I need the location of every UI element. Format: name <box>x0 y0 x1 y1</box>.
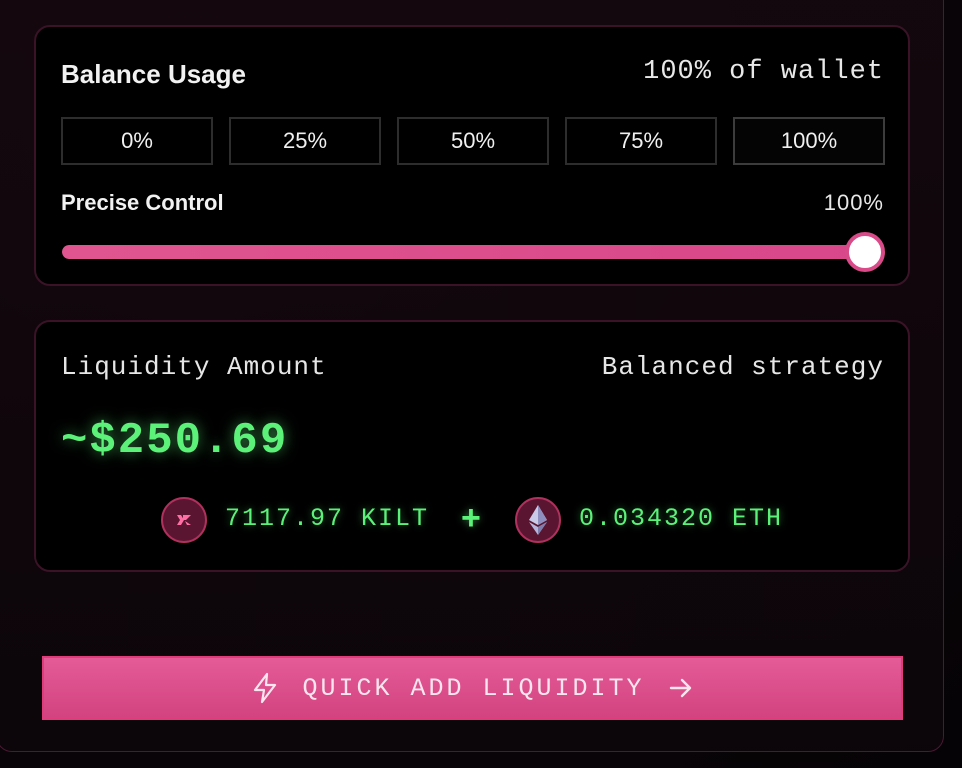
arrow-right-icon <box>667 674 695 702</box>
plus-sign: + <box>461 499 481 537</box>
liquidity-amount-label: Liquidity Amount <box>61 352 327 382</box>
balance-slider-thumb[interactable] <box>845 232 885 272</box>
precise-control-label: Precise Control <box>61 190 224 215</box>
balance-usage-card: Balance Usage 100% of wallet 0% 25% 50% … <box>34 25 910 286</box>
eth-amount: 0.034320 ETH <box>579 504 784 533</box>
percent-0-button[interactable]: 0% <box>61 117 213 165</box>
precise-control-value: 100% <box>823 190 884 215</box>
balance-usage-title: Balance Usage <box>61 59 246 89</box>
percent-75-button[interactable]: 75% <box>565 117 717 165</box>
percent-100-button[interactable]: 100% <box>733 117 885 165</box>
quick-add-liquidity-button[interactable]: QUICK ADD LIQUIDITY <box>42 656 903 720</box>
balance-slider-track[interactable] <box>62 245 862 259</box>
lightning-icon <box>250 672 280 704</box>
token-breakdown: 7117.97 KILT + 0.034320 ETH <box>161 497 801 543</box>
strategy-label: Balanced strategy <box>601 352 884 382</box>
percent-25-button[interactable]: 25% <box>229 117 381 165</box>
quick-add-liquidity-label: QUICK ADD LIQUIDITY <box>302 673 645 703</box>
wallet-percent-label: 100% of wallet <box>643 57 884 87</box>
kilt-amount: 7117.97 KILT <box>225 504 430 533</box>
liquidity-card: Liquidity Amount Balanced strategy ~$250… <box>34 320 910 572</box>
balance-slider-fill <box>62 245 862 259</box>
kilt-icon <box>161 497 207 543</box>
liquidity-amount-value: ~$250.69 <box>61 416 289 466</box>
percent-50-button[interactable]: 50% <box>397 117 549 165</box>
percent-options: 0% 25% 50% 75% 100% <box>61 117 885 165</box>
eth-icon <box>515 497 561 543</box>
